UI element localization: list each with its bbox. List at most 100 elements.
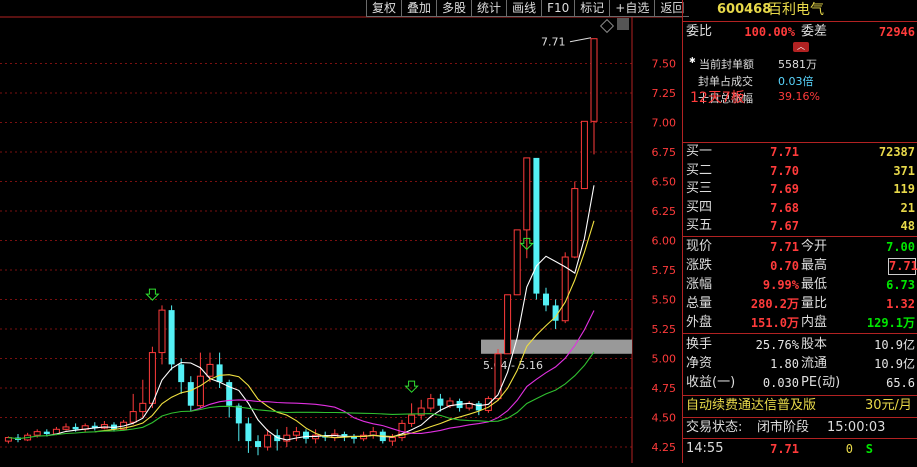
stat-label: 最高 [801, 258, 828, 273]
share-value: 10.9亿 [874, 338, 915, 352]
stat-row: 现价 7.71 今开 7.00 [683, 238, 917, 256]
candle-body [206, 363, 214, 377]
status-time: 15:00:03 [827, 420, 886, 435]
price-tick-label: 6.75 [652, 146, 677, 159]
stat-row: 总量 280.2万 量比 1.32 [683, 295, 917, 313]
stock-header: 600468 百利电气 [683, 0, 917, 20]
candle-body [139, 402, 147, 413]
weibi-value: 100.00% [744, 25, 795, 39]
toolbar-huaxian-button[interactable]: 画线 [506, 0, 542, 17]
status-label: 交易状态: [686, 420, 743, 435]
candle-body [427, 398, 435, 409]
divider [683, 21, 917, 22]
buy-row: 买四 7.68 21 [683, 199, 917, 217]
stat-label: 量比 [801, 296, 828, 311]
ten-day-value: 39.16% [778, 90, 820, 103]
stat-label: 涨幅 [686, 277, 713, 292]
candle-body [196, 375, 204, 407]
stat-row: 涨跌 0.70 最高 7.71 [683, 257, 917, 275]
tick-flag: S [865, 442, 873, 456]
candle-body [62, 426, 70, 430]
toolbar-zixuan-button[interactable]: +自选 [609, 0, 655, 17]
candle-body [235, 405, 242, 424]
stat-value: 7.71 [888, 258, 917, 275]
share-value: 25.76% [755, 338, 799, 352]
share-label: 净资 [686, 356, 713, 371]
toolbar-diejia-button[interactable]: 叠加 [401, 0, 437, 17]
toolbar-fuquan-button[interactable]: 复权 [366, 0, 402, 17]
quote-panel: 600468 百利电气 委比 100.00% 委差 72946 ︿ ✱ 当前封单… [682, 0, 917, 463]
kline-chart[interactable]: 7.50 7.25 7.00 6.75 6.50 6.25 6.00 5.75 5.50 5.25… [0, 0, 682, 463]
toolbar-duogu-button[interactable]: 多股 [436, 0, 472, 17]
candle-body [245, 423, 252, 442]
price-tick-label: 4.75 [652, 382, 677, 395]
candle-body [187, 382, 194, 406]
tick-row: 14:55 7.71 0 S [683, 440, 917, 458]
stock-name: 百利电气 [768, 2, 824, 18]
price-tick-label: 5.25 [652, 323, 677, 336]
toolbar-biaoji-button[interactable]: 标记 [574, 0, 610, 17]
board-count-wrap [636, 83, 680, 107]
toolbar-f10-button[interactable]: F10 [541, 0, 575, 17]
share-label: 收益(一) [686, 375, 736, 390]
buy-row: 买一 7.71 72387 [683, 143, 917, 161]
tick-price: 7.71 [770, 442, 799, 456]
candle-body [292, 431, 300, 436]
candle-body [543, 293, 549, 306]
chart-toolbar: 复权 叠加 多股 统计 画线 F10 标记 +自选 返回 [366, 0, 690, 17]
candle-body [523, 157, 531, 231]
candle-body [168, 310, 175, 365]
signal-arrow-icon [145, 288, 160, 301]
ad-price[interactable]: 30元/月 [865, 397, 912, 415]
buy-price: 7.68 [770, 200, 799, 215]
buy-row: 买三 7.69 119 [683, 180, 917, 198]
share-row: 换手 25.76% 股本 10.9亿 [683, 336, 917, 354]
stat-value: 7.71 [770, 240, 799, 254]
share-label: 换手 [686, 337, 713, 352]
candle-body [72, 426, 79, 430]
buy-level-label: 买四 [686, 199, 713, 215]
stat-value: 1.32 [886, 297, 915, 311]
share-row: 收益(一) 0.030 PE(动) 65.6 [683, 374, 917, 392]
candle-body [264, 434, 272, 448]
candle-body [590, 38, 598, 122]
candle-body [437, 398, 444, 406]
price-tick-label: 5.75 [652, 264, 677, 277]
price-zone-band [481, 339, 632, 354]
share-value: 1.80 [770, 357, 799, 371]
tick-volume: 0 [845, 442, 853, 456]
ma5-line [46, 185, 595, 441]
candle-body [388, 437, 396, 442]
candle-body [216, 364, 223, 383]
status-value: 闭市阶段 [757, 420, 810, 435]
collapse-up-icon[interactable]: ︿ [793, 42, 809, 52]
stat-label: 内盘 [801, 315, 828, 330]
panel-toggle-icon[interactable] [617, 18, 629, 30]
buy-row: 买二 7.70 371 [683, 162, 917, 180]
candle-body [33, 431, 41, 436]
price-tick-label: 4.25 [652, 441, 677, 454]
buy-volume: 371 [893, 163, 915, 178]
candle-body [178, 364, 185, 383]
candle-body [408, 414, 416, 424]
share-value: 0.030 [762, 376, 799, 390]
candle-body [475, 403, 482, 411]
stat-label: 总量 [686, 296, 713, 311]
stat-label: 涨跌 [686, 258, 713, 273]
price-tick-label: 4.50 [652, 412, 677, 425]
bullet-icon: ✱ [689, 56, 696, 65]
buy-volume: 72387 [878, 145, 915, 159]
candle-body [129, 411, 137, 423]
buy-row: 买五 7.67 48 [683, 217, 917, 235]
ad-row[interactable]: 自动续费通达信普及版 30元/月 [683, 397, 917, 415]
share-label: PE(动) [801, 375, 841, 390]
toolbar-tongji-button[interactable]: 统计 [471, 0, 507, 17]
seal-amount-value: 5581万 [778, 58, 817, 71]
price-tick-label: 5.00 [652, 353, 677, 366]
ad-text[interactable]: 自动续费通达信普及版 [686, 397, 816, 415]
stat-label: 外盘 [686, 315, 713, 330]
weicha-value: 72946 [878, 25, 915, 39]
stat-label: 现价 [686, 239, 713, 254]
stat-label: 最低 [801, 277, 828, 292]
stat-value: 7.00 [886, 240, 915, 254]
